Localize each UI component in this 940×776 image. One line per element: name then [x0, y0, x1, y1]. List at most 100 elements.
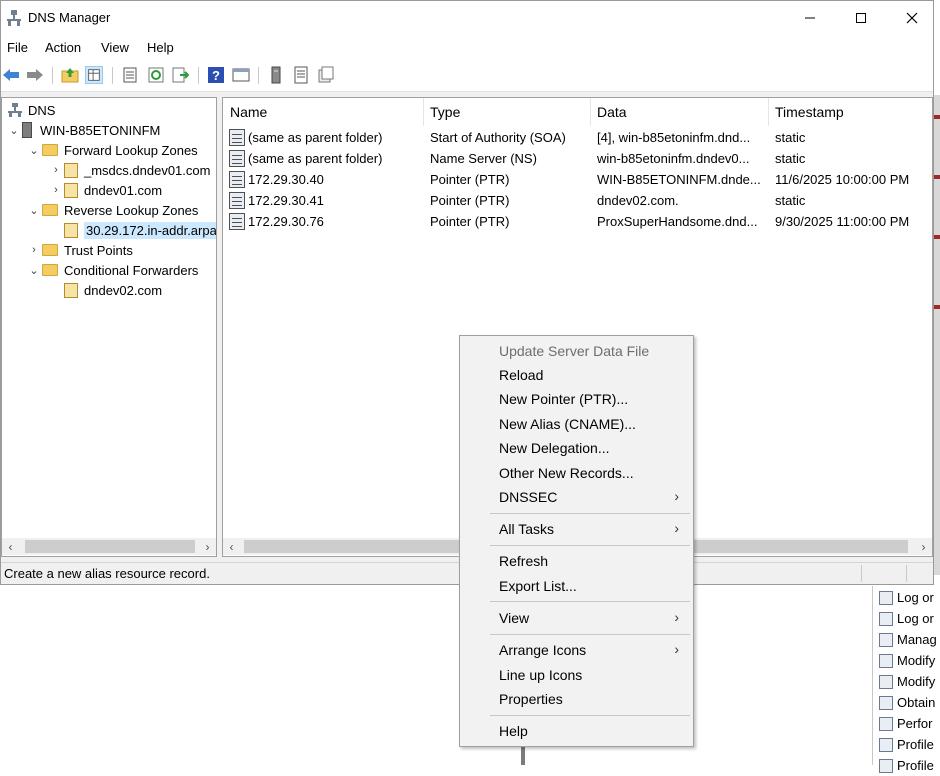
menu-item-export-list[interactable]: Export List...: [460, 574, 693, 598]
list-icon[interactable]: [292, 66, 310, 84]
menu-help[interactable]: Help: [147, 40, 174, 55]
policy-icon: [879, 695, 893, 710]
chevron-down-icon[interactable]: ⌄: [28, 204, 40, 217]
server-icon[interactable]: [267, 66, 285, 84]
menu-item-dnssec[interactable]: DNSSEC ›: [460, 485, 693, 509]
cell-data: [4], win-b85etoninfm.dnd...: [597, 130, 751, 145]
scroll-left-icon[interactable]: ‹: [2, 540, 19, 554]
policy-icon: [879, 737, 893, 752]
properties-icon[interactable]: [121, 66, 139, 84]
tree-node-trust-points[interactable]: › Trust Points: [28, 240, 133, 260]
menu-action[interactable]: Action: [45, 40, 81, 55]
column-header-timestamp[interactable]: Timestamp: [775, 104, 844, 120]
show-hide-tree-icon[interactable]: [85, 66, 103, 84]
record-icon[interactable]: [317, 66, 335, 84]
cell-timestamp: static: [775, 193, 806, 208]
close-button[interactable]: [889, 1, 935, 35]
tree-node-zone[interactable]: › dndev01.com: [50, 180, 162, 200]
view-icon[interactable]: [232, 66, 250, 84]
tree-label: Reverse Lookup Zones: [64, 202, 199, 218]
dns-app-icon: [7, 10, 21, 26]
scroll-right-icon[interactable]: ›: [199, 540, 216, 554]
tree-label: 30.29.172.in-addr.arpa: [84, 221, 217, 239]
tree-node-reverse-zone[interactable]: 30.29.172.in-addr.arpa: [50, 220, 217, 240]
tree-node-conditional-forwarders[interactable]: ⌄ Conditional Forwarders: [28, 260, 198, 280]
cell-data: ProxSuperHandsome.dnd...: [597, 214, 758, 229]
status-text: Create a new alias resource record.: [4, 566, 210, 581]
cell-type: Start of Authority (SOA): [430, 130, 566, 145]
maximize-button[interactable]: [838, 1, 884, 35]
chevron-right-icon: ›: [674, 609, 679, 625]
cell-type: Name Server (NS): [430, 151, 537, 166]
svg-text:?: ?: [212, 68, 220, 83]
background-action-list: Log or Log or Manag Modify Modify Obtain…: [872, 586, 940, 773]
menu-item-new-delegation[interactable]: New Delegation...: [460, 436, 693, 460]
chevron-down-icon[interactable]: ⌄: [28, 264, 40, 277]
up-folder-icon[interactable]: [61, 66, 79, 84]
chevron-right-icon[interactable]: ›: [50, 184, 62, 196]
menu-item-properties[interactable]: Properties: [460, 687, 693, 711]
tree-label: Conditional Forwarders: [64, 262, 199, 278]
tree-node-forward-lookup-zones[interactable]: ⌄ Forward Lookup Zones: [28, 140, 197, 160]
menu-item-arrange-icons[interactable]: Arrange Icons ›: [460, 638, 693, 662]
back-icon[interactable]: [2, 66, 20, 84]
help-icon[interactable]: ?: [207, 66, 225, 84]
policy-icon: [879, 590, 893, 605]
menu-item-line-up-icons[interactable]: Line up Icons: [460, 663, 693, 687]
folder-icon: [42, 144, 58, 156]
folder-icon: [42, 244, 58, 256]
tree-node-dns[interactable]: DNS: [8, 100, 55, 120]
tree-horizontal-scrollbar[interactable]: ‹ ›: [2, 538, 216, 555]
menu-item-new-alias[interactable]: New Alias (CNAME)...: [460, 412, 693, 436]
zone-icon: [64, 222, 78, 238]
background-item: Profile: [879, 734, 934, 755]
cell-name: 172.29.30.40: [248, 172, 324, 187]
chevron-down-icon[interactable]: ⌄: [28, 144, 40, 157]
minimize-button[interactable]: [787, 1, 833, 35]
table-row[interactable]: (same as parent folder) Name Server (NS)…: [223, 148, 932, 169]
menu-item-view[interactable]: View ›: [460, 606, 693, 630]
record-icon: [229, 171, 245, 188]
chevron-down-icon[interactable]: ⌄: [8, 124, 20, 137]
column-header-type[interactable]: Type: [430, 104, 460, 120]
scroll-right-icon[interactable]: ›: [915, 540, 932, 554]
tree-node-reverse-lookup-zones[interactable]: ⌄ Reverse Lookup Zones: [28, 200, 198, 220]
export-list-icon[interactable]: [171, 66, 189, 84]
menu-file[interactable]: File: [7, 40, 28, 55]
menu-item-update-server-data-file[interactable]: Update Server Data File: [460, 339, 693, 363]
tree-label: WIN-B85ETONINFM: [40, 122, 161, 138]
refresh-icon[interactable]: [147, 66, 165, 84]
cell-data: WIN-B85ETONINFM.dnde...: [597, 172, 761, 187]
menu-item-help[interactable]: Help: [460, 719, 693, 743]
record-icon: [229, 129, 245, 146]
menu-item-other-new-records[interactable]: Other New Records...: [460, 461, 693, 485]
menu-view[interactable]: View: [101, 40, 129, 55]
column-header-name[interactable]: Name: [230, 104, 267, 120]
chevron-right-icon: ›: [674, 520, 679, 536]
forward-icon[interactable]: [26, 66, 44, 84]
scroll-left-icon[interactable]: ‹: [223, 540, 240, 554]
table-row[interactable]: 172.29.30.76 Pointer (PTR) ProxSuperHand…: [223, 211, 932, 232]
chevron-right-icon[interactable]: ›: [28, 244, 40, 256]
chevron-right-icon[interactable]: ›: [50, 164, 62, 176]
table-row[interactable]: (same as parent folder) Start of Authori…: [223, 127, 932, 148]
menu-item-new-pointer[interactable]: New Pointer (PTR)...: [460, 387, 693, 411]
cell-type: Pointer (PTR): [430, 172, 510, 187]
tree-node-zone[interactable]: › _msdcs.dndev01.com: [50, 160, 210, 180]
cell-name: (same as parent folder): [248, 151, 383, 166]
cell-timestamp: static: [775, 130, 806, 145]
folder-icon: [42, 264, 58, 276]
menu-item-reload[interactable]: Reload: [460, 363, 693, 387]
dns-icon: [8, 103, 22, 117]
menu-item-all-tasks[interactable]: All Tasks ›: [460, 517, 693, 541]
table-row[interactable]: 172.29.30.41 Pointer (PTR) dndev02.com. …: [223, 190, 932, 211]
table-row[interactable]: 172.29.30.40 Pointer (PTR) WIN-B85ETONIN…: [223, 169, 932, 190]
policy-icon: [879, 632, 893, 647]
menu-item-refresh[interactable]: Refresh: [460, 549, 693, 573]
scroll-thumb[interactable]: [25, 540, 195, 553]
tree-node-server[interactable]: ⌄ WIN-B85ETONINFM: [8, 120, 160, 140]
column-header-data[interactable]: Data: [597, 104, 627, 120]
background-item: Modify: [879, 671, 935, 692]
cell-timestamp: 11/6/2025 10:00:00 PM: [775, 172, 910, 187]
tree-node-forwarder[interactable]: dndev02.com: [50, 280, 162, 300]
